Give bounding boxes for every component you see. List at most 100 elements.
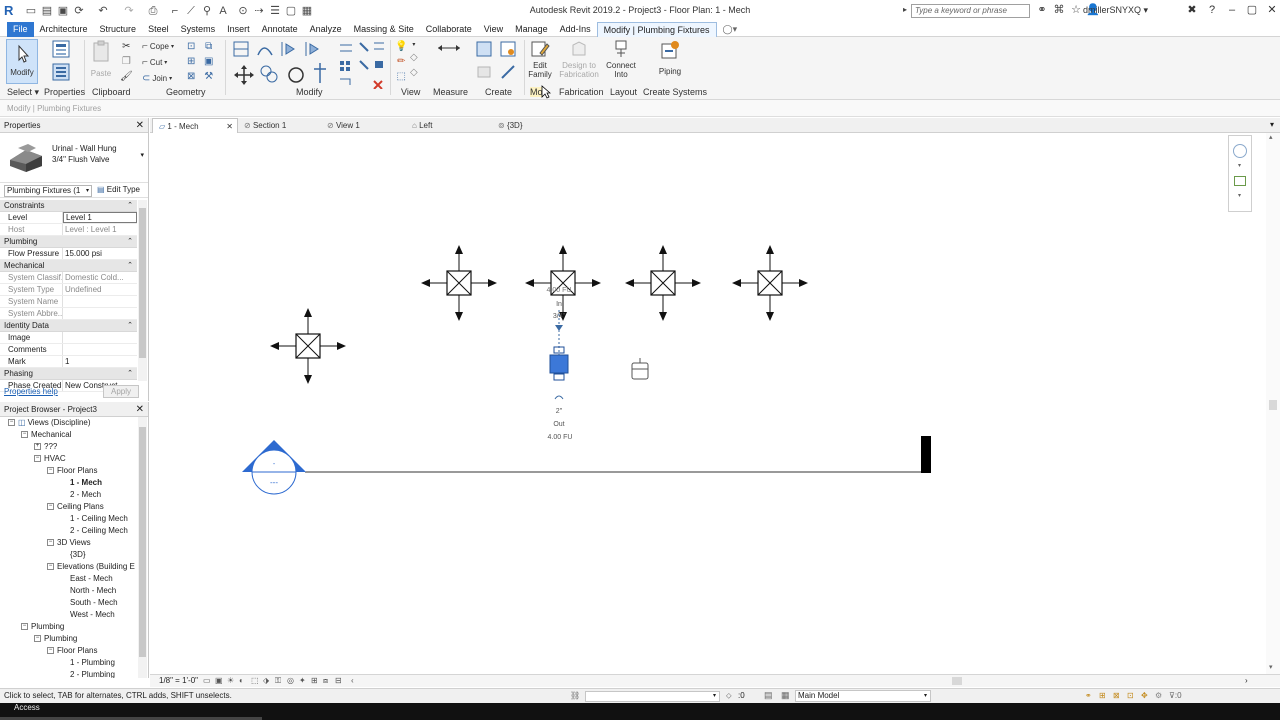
exchange-icon[interactable]: ✖ [1185, 3, 1199, 18]
crop-view-icon[interactable]: ⬚ [251, 676, 260, 685]
section-marker[interactable]: - --- [242, 436, 931, 495]
prop-row-mark[interactable]: Mark 1 [0, 356, 137, 368]
lock-icon[interactable] [375, 61, 383, 68]
connect-into-button[interactable]: Connect Into [603, 39, 639, 85]
subscription-icon[interactable]: ⌘ [1052, 3, 1066, 18]
close-icon[interactable]: ✕ [136, 402, 144, 417]
maximize-icon[interactable]: ▢ [1245, 3, 1259, 18]
unlock-3d-icon[interactable]: ⚿ [275, 676, 284, 685]
create-parts-button[interactable] [474, 63, 494, 83]
tree-node[interactable]: West - Mech [0, 609, 138, 621]
tab-systems[interactable]: Systems [175, 22, 222, 37]
design-to-fabrication-button[interactable]: Design to Fabrication [557, 39, 601, 85]
prop-value[interactable] [63, 332, 137, 343]
prop-row-flow-pressure[interactable]: Flow Pressure 15.000 psi [0, 248, 137, 260]
measure-button[interactable] [432, 40, 466, 80]
prop-value[interactable] [63, 344, 137, 355]
star-icon[interactable]: ☆ [1069, 3, 1083, 18]
search-expand-icon[interactable]: ▸ [903, 5, 907, 14]
design-options-icon[interactable]: ▤ [764, 690, 773, 701]
worksets-icon[interactable]: ⛓ [570, 691, 580, 700]
tab-structure[interactable]: Structure [94, 22, 143, 37]
reveal-hidden-icon[interactable]: ✦ [299, 676, 308, 685]
connector-bottom-icon[interactable] [553, 373, 565, 381]
collapse-icon[interactable]: − [47, 467, 54, 475]
help-icon[interactable]: ? [1205, 3, 1219, 18]
tab-annotate[interactable]: Annotate [256, 22, 304, 37]
tabs-menu-icon[interactable]: ▾ [1270, 120, 1274, 129]
expand-icon[interactable]: + [34, 443, 41, 451]
tab-file[interactable]: File [7, 22, 34, 37]
join-tool[interactable]: ⊂ Join ▾ [142, 73, 172, 84]
urinal-connector-block[interactable] [549, 354, 569, 374]
collapse-icon[interactable]: − [47, 647, 54, 655]
split-icon[interactable] [340, 44, 352, 52]
properties-button[interactable] [48, 62, 74, 84]
text-icon[interactable]: A [216, 4, 230, 18]
drag-on-selection-icon[interactable]: ✥ [1141, 691, 1151, 701]
geometry-tool-4-icon[interactable]: ⧉ [205, 41, 212, 52]
view-tab-3d[interactable]: ⊚ {3D} [494, 118, 574, 133]
geometry-tool-6-icon[interactable]: ⚒ [204, 71, 213, 82]
floor-plan-drawing[interactable]: 4.00 FU In 3/4" 2" Out 4.00 FU - --- [150, 133, 1266, 674]
shadows-icon[interactable]: ◐ [239, 676, 248, 685]
tab-steel[interactable]: Steel [142, 22, 175, 37]
search-input[interactable]: Type a keyword or phrase [911, 4, 1030, 18]
vertical-scrollbar[interactable]: ▴ ▾ [1266, 133, 1280, 674]
minimize-icon[interactable]: – [1225, 3, 1239, 18]
scrollbar-thumb[interactable] [139, 208, 146, 358]
cut-icon[interactable]: ✂ [122, 41, 130, 52]
urinal-fixture[interactable] [631, 358, 649, 380]
chevron-down-icon[interactable]: ▾ [140, 151, 144, 159]
delete-icon[interactable] [373, 80, 383, 89]
steering-wheel-icon[interactable] [1233, 144, 1247, 158]
collapse-icon[interactable]: − [21, 431, 28, 439]
view-tool-extra-icon[interactable]: ◇ [410, 52, 418, 63]
project-browser-scrollbar[interactable] [138, 417, 147, 678]
offset-icon[interactable] [257, 47, 273, 56]
background-process-icon[interactable]: ⚙ [1155, 691, 1165, 701]
tree-node[interactable]: 2 - Mech [0, 489, 138, 501]
tree-node[interactable]: 1 - Ceiling Mech [0, 513, 138, 525]
select-pinned-icon[interactable]: ⊠ [1113, 691, 1123, 701]
reveal-constraints-icon[interactable]: ⊟ [335, 676, 344, 685]
edit-family-button[interactable]: Edit Family [527, 39, 553, 85]
category-plumbing[interactable]: Plumbing ⌃ [0, 236, 137, 248]
close-windows-icon[interactable]: ▢ [284, 4, 298, 18]
collapse-icon[interactable]: − [34, 635, 41, 643]
show-crop-icon[interactable]: ⬗ [263, 676, 272, 685]
view-tab-view-1[interactable]: ⊘ View 1 [323, 118, 403, 133]
switch-windows-icon[interactable]: ▦ [300, 4, 314, 18]
scrollbar-thumb[interactable] [1269, 400, 1277, 410]
design-option-dropdown[interactable]: Main Model ▾ [795, 690, 931, 702]
mirror-line-icon[interactable] [305, 42, 319, 56]
category-filter-dropdown[interactable]: Plumbing Fixtures (1 ▾ [4, 185, 92, 197]
piping-button[interactable]: Piping [652, 39, 688, 85]
prop-row-system-type[interactable]: System Type Undefined [0, 284, 137, 296]
tree-node[interactable]: − Floor Plans [0, 465, 138, 477]
tab-view[interactable]: View [478, 22, 509, 37]
selected-urinal-fixture[interactable]: 4.00 FU In 3/4" 2" Out 4.00 FU [547, 287, 573, 441]
section-tail-marker[interactable] [921, 436, 931, 473]
tree-node[interactable]: East - Mech [0, 573, 138, 585]
sync-icon[interactable]: ⟳ [72, 4, 86, 18]
horizontal-scrollbar[interactable] [512, 677, 1280, 685]
editable-only-icon[interactable]: ⬦ [726, 691, 732, 701]
cut-tool[interactable]: ⌐ Cut ▾ [142, 57, 167, 68]
equipment-marker[interactable] [270, 308, 346, 384]
tag-icon[interactable]: ⚲ [200, 4, 214, 18]
view-tab-section-1[interactable]: ⊘ Section 1 [240, 118, 320, 133]
equipment-marker[interactable] [421, 245, 497, 321]
copy-element-icon[interactable] [260, 65, 278, 83]
select-underlay-icon[interactable]: ⊞ [1099, 691, 1109, 701]
revit-logo-icon[interactable]: R [4, 3, 18, 19]
drawing-canvas[interactable]: 4.00 FU In 3/4" 2" Out 4.00 FU - --- [150, 133, 1266, 674]
new-icon[interactable]: ▤ [40, 4, 54, 18]
tree-node[interactable]: +??? [0, 441, 138, 453]
prop-row-system-name[interactable]: System Name [0, 296, 137, 308]
scroll-right-icon[interactable]: › [1245, 676, 1248, 685]
tree-node[interactable]: North - Mech [0, 585, 138, 597]
category-identity-data[interactable]: Identity Data ⌃ [0, 320, 137, 332]
undo-icon[interactable]: ↶ [96, 4, 110, 18]
collapse-icon[interactable]: − [47, 539, 54, 547]
